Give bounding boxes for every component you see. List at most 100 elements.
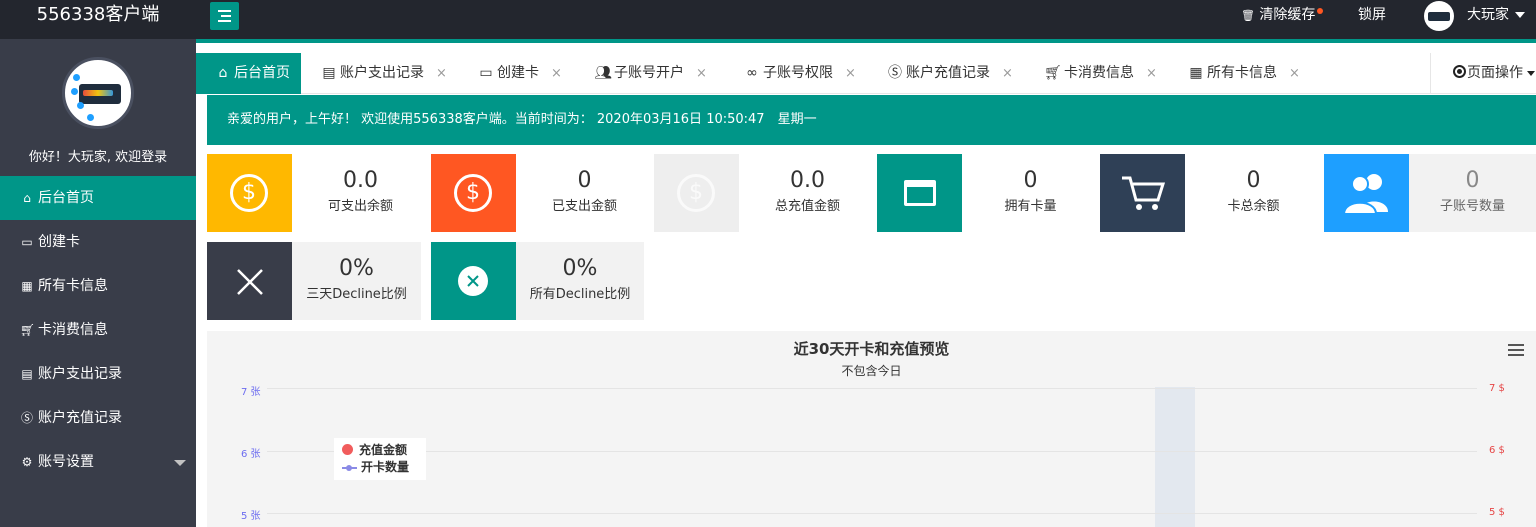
y-left-tick: 5 张 [241,511,261,522]
dollar-circle-icon: $ [431,154,516,232]
close-icon[interactable]: × [1146,66,1157,81]
close-icon[interactable]: × [845,66,856,81]
stat-label: 所有Decline比例 [529,287,631,302]
tab-sub-account-permissions[interactable]: ∞ 子账号权限 × [743,53,856,94]
dollar-circle-icon: $ [207,154,292,232]
sidebar-item-recharge-records[interactable]: Ⓢ 账户充值记录 [0,396,196,440]
cart-icon [1100,154,1185,232]
page-operations-label: 页面操作 [1467,65,1523,81]
tab-home[interactable]: ⌂ 后台首页 [196,53,301,94]
notification-dot [1317,8,1324,14]
table-icon: ▦ [21,279,33,293]
y-right-tick: 5 $ [1489,507,1505,518]
chart-hover-band [1155,387,1195,527]
stat-label: 三天Decline比例 [306,287,407,302]
tab-label: 创建卡 [497,65,539,81]
legend-item-recharge[interactable]: 充值金额 [342,442,418,459]
chart-gridline [267,451,1477,452]
stat-value: 0 [1023,168,1038,193]
tab-sub-account-open[interactable]: 👥︎ 子账号开户 × [594,53,707,94]
username: 大玩家 [1467,7,1509,23]
tab-all-cards[interactable]: ▦ 所有卡信息 × [1187,53,1300,94]
lock-screen-button[interactable]: 锁屏 [1358,0,1386,30]
sidebar-item-card-consumption[interactable]: 🛒︎ 卡消费信息 [0,308,196,352]
page-operations-menu[interactable]: 页面操作 [1430,53,1536,94]
sidebar: 你好！大玩家, 欢迎登录 ⌂ 后台首页 ▭ 创建卡 ▦ 所有卡信息 🛒︎ 卡消费信息 ▤… [0,39,196,527]
chart-subtitle: 不包含今日 [841,364,902,378]
legend-item-cards-opened[interactable]: 开卡数量 [342,459,418,476]
stat-card-3day-decline: 0% 三天Decline比例 [207,242,421,320]
menu-toggle-button[interactable] [210,2,239,30]
y-right-tick: 6 $ [1489,445,1505,456]
sidebar-item-expense-records[interactable]: ▤ 账户支出记录 [0,352,196,396]
sidebar-item-account-settings[interactable]: ⚙ 账号设置 [0,440,196,484]
stat-value: 0.0 [343,168,378,193]
chart-gridline [267,388,1477,389]
sidebar-nav: ⌂ 后台首页 ▭ 创建卡 ▦ 所有卡信息 🛒︎ 卡消费信息 ▤ 账户支出记录 Ⓢ 账户充值记… [0,176,196,484]
sidebar-item-home[interactable]: ⌂ 后台首页 [0,176,196,220]
chevron-down-icon [174,460,186,466]
tab-label: 子账号权限 [763,65,833,81]
tab-create-card[interactable]: ▭ 创建卡 × [477,53,562,94]
users-icon: 👥︎ [594,65,612,81]
stat-value: 0% [562,256,598,281]
user-menu[interactable]: 大玩家 [1467,0,1525,30]
sidebar-item-all-cards[interactable]: ▦ 所有卡信息 [0,264,196,308]
close-icon[interactable]: × [696,66,707,81]
sidebar-item-label: 账户充值记录 [38,410,122,426]
legend-label: 充值金额 [359,443,408,457]
clear-cache-label: 清除缓存 [1259,7,1316,23]
sidebar-item-label: 卡消费信息 [38,322,108,338]
users-icon [1324,154,1409,232]
close-icon [207,242,292,320]
stat-card-total-recharge: $ 0.0 总充值金额 [654,154,876,232]
stat-card-sub-accounts: 0 子账号数量 [1324,154,1536,232]
stat-card-all-decline: 0% 所有Decline比例 [431,242,644,320]
greeting-banner: 亲爱的用户，上午好！ 欢迎使用556338客户端。当前时间为： 2020年03月… [207,95,1536,145]
card-icon [877,154,962,232]
clipboard-icon: ▤ [21,367,33,381]
stat-value: 0.0 [790,168,825,193]
stat-value: 0% [339,256,374,281]
close-icon[interactable]: × [436,66,447,81]
tab-card-consumption[interactable]: 🛒︎ 卡消费信息 × [1044,53,1157,94]
dollar-icon: Ⓢ [888,65,902,81]
trash-icon: 🗑 [1241,9,1255,22]
stat-card-available-balance: $ 0.0 可支出余额 [207,154,429,232]
tab-label: 所有卡信息 [1207,65,1277,81]
tab-label: 卡消费信息 [1064,65,1134,81]
clear-cache-button[interactable]: 🗑 清除缓存 [1241,0,1324,30]
top-bar: 556338客户端 🗑 清除缓存 锁屏 大玩家 [0,0,1536,39]
dollar-icon: Ⓢ [20,411,33,425]
chart-menu-icon[interactable] [1508,344,1524,356]
close-icon[interactable]: × [1002,66,1013,81]
user-avatar[interactable] [1424,1,1454,31]
tab-recharge-records[interactable]: Ⓢ 账户充值记录 × [886,53,1013,94]
close-icon[interactable]: × [551,66,562,81]
tab-bar: ⌂ 后台首页 ▤ 账户支出记录 × ▭ 创建卡 × 👥︎ 子账号开户 × ∞ 子账号权限 × Ⓢ 账… [196,43,1536,94]
sidebar-avatar [62,57,134,129]
sidebar-item-label: 后台首页 [38,190,94,206]
card-icon: ▭ [21,235,33,249]
stat-card-card-count: 0 拥有卡量 [877,154,1099,232]
tab-label: 后台首页 [234,65,290,81]
cart-icon: 🛒︎ [1044,65,1062,81]
stat-card-card-total-balance: 0 卡总余额 [1100,154,1322,232]
tab-label: 账户充值记录 [906,65,990,81]
link-icon: ∞ [746,65,758,81]
cart-icon: 🛒︎ [20,323,36,337]
stat-value: 0 [1246,168,1261,193]
welcome-text: 你好！大玩家, 欢迎登录 [28,150,168,165]
clipboard-icon: ▤ [322,65,336,81]
chart-title: 近30天开卡和充值预览 [793,340,950,358]
target-icon [1453,65,1466,78]
sidebar-item-create-card[interactable]: ▭ 创建卡 [0,220,196,264]
stat-value: 0 [1465,168,1480,193]
brand-title[interactable]: 556338客户端 [0,0,196,39]
table-icon: ▦ [1189,65,1203,81]
stat-label: 卡总余额 [1227,199,1280,214]
card-icon: ▭ [479,65,493,81]
close-icon[interactable]: × [1289,66,1300,81]
sidebar-item-label: 账户支出记录 [38,366,122,382]
tab-expense-records[interactable]: ▤ 账户支出记录 × [320,53,447,94]
